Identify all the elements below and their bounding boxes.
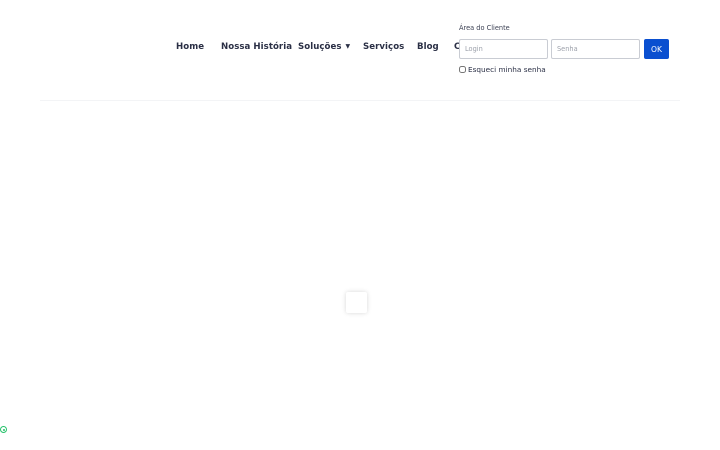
ok-button[interactable]: OK — [644, 39, 669, 59]
forgot-password[interactable]: Esqueci minha senha — [459, 65, 546, 74]
nav-servicos[interactable]: Serviços — [363, 42, 404, 52]
whatsapp-icon[interactable] — [0, 426, 7, 433]
caret-down-icon: ▼ — [345, 43, 351, 50]
nav-home[interactable]: Home — [176, 42, 204, 52]
password-input[interactable] — [551, 39, 640, 59]
forgot-password-label: Esqueci minha senha — [468, 65, 546, 74]
loading-spinner — [346, 292, 367, 313]
login-input[interactable] — [459, 39, 548, 59]
nav-blog[interactable]: Blog — [417, 42, 439, 52]
header-divider — [40, 100, 680, 101]
nav-solucoes[interactable]: Soluções ▼ — [298, 42, 350, 52]
client-area-title: Área do Cliente — [459, 24, 510, 32]
client-area: Área do Cliente OK Esqueci minha senha — [459, 24, 674, 84]
nav-solucoes-label: Soluções — [298, 42, 342, 52]
forgot-password-checkbox[interactable] — [459, 66, 466, 73]
nav-nossa-historia[interactable]: Nossa História — [221, 42, 292, 52]
